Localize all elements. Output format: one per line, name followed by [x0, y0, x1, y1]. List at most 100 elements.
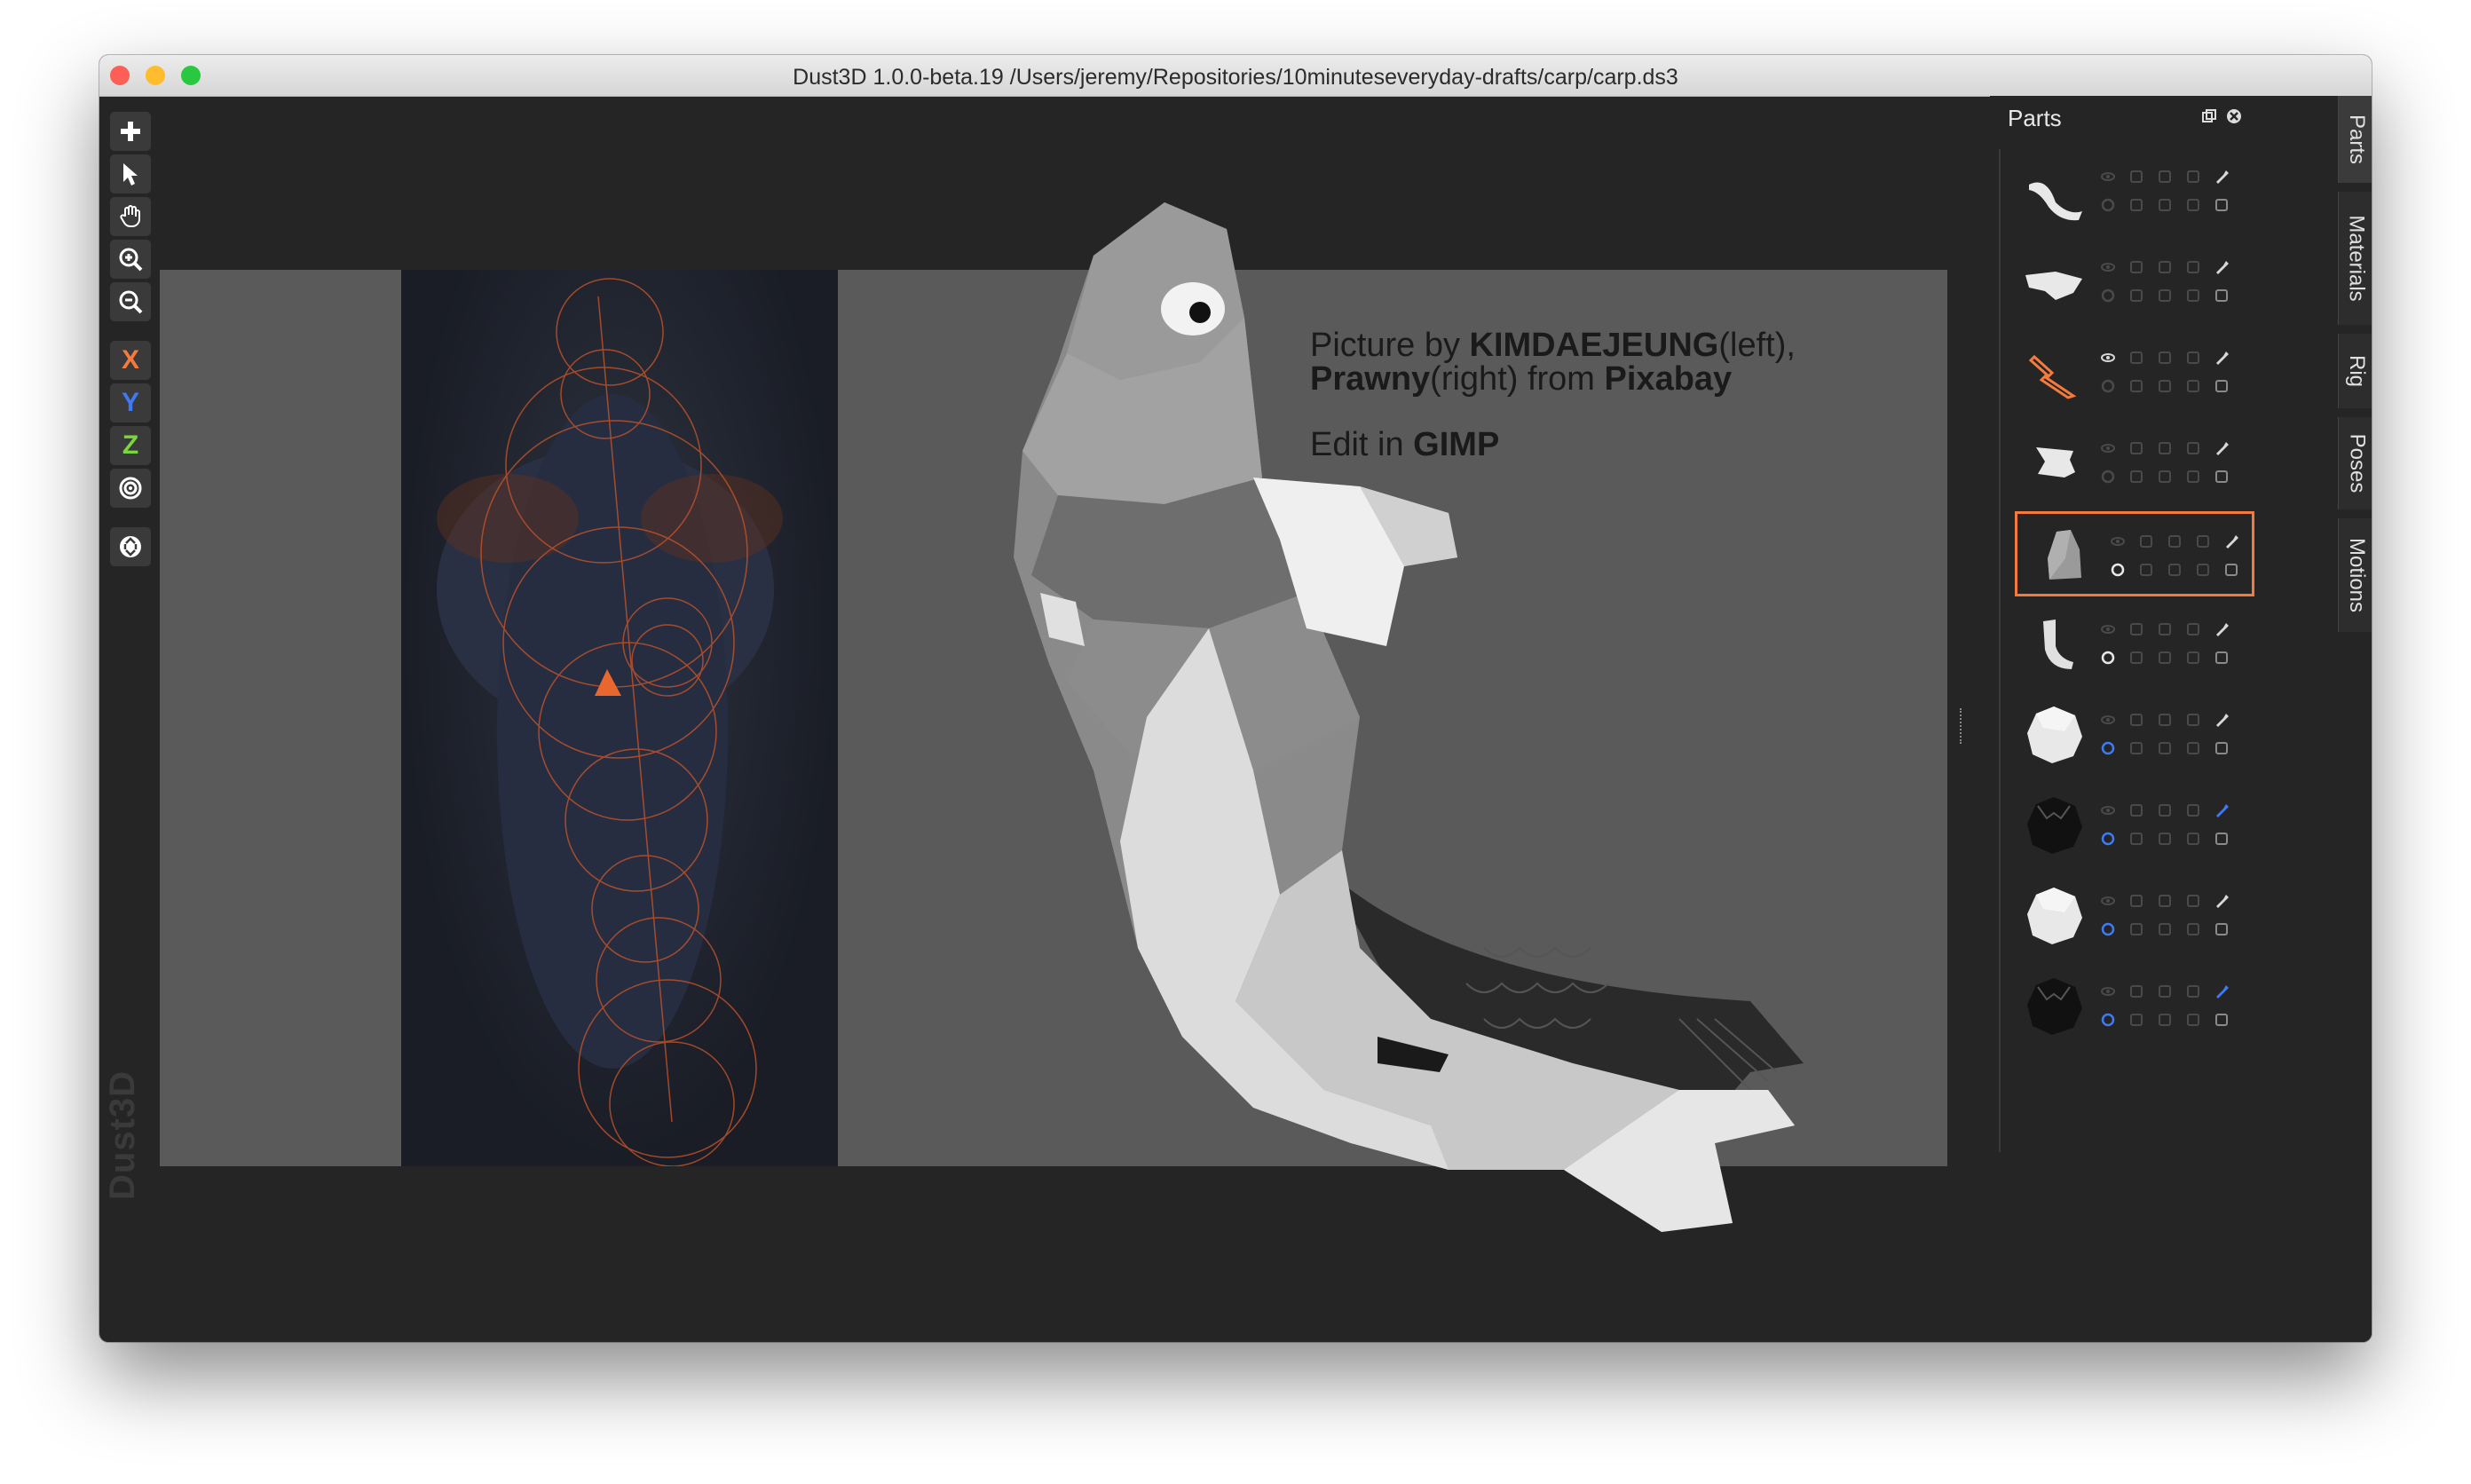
pan-tool-button[interactable]	[110, 197, 151, 236]
color-picker-icon[interactable]	[2214, 712, 2230, 728]
link-icon[interactable]	[2157, 621, 2173, 637]
balance-icon[interactable]	[2185, 621, 2201, 637]
disable-icon[interactable]	[2100, 650, 2116, 666]
y-axis-lock-button[interactable]: Y	[110, 383, 151, 422]
disable-icon[interactable]	[2100, 921, 2116, 937]
visibility-eye-icon[interactable]	[2100, 802, 2116, 818]
balance-icon[interactable]	[2185, 440, 2201, 456]
radial-icon[interactable]	[2185, 921, 2201, 937]
zoom-in-button[interactable]	[110, 240, 151, 279]
visibility-eye-icon[interactable]	[2100, 893, 2116, 909]
disable-icon[interactable]	[2100, 469, 2116, 485]
color-picker-icon[interactable]	[2214, 259, 2230, 275]
part-item[interactable]	[2008, 421, 2246, 506]
magnet-icon[interactable]	[2128, 469, 2144, 485]
balance-icon[interactable]	[2185, 893, 2201, 909]
visibility-eye-icon[interactable]	[2100, 621, 2116, 637]
z-axis-lock-button[interactable]: Z	[110, 426, 151, 465]
wrap-icon[interactable]	[2214, 469, 2230, 485]
cut-icon[interactable]	[2157, 1012, 2173, 1028]
disable-icon[interactable]	[2100, 831, 2116, 847]
link-icon[interactable]	[2157, 893, 2173, 909]
disable-icon[interactable]	[2100, 378, 2116, 394]
lock-icon[interactable]	[2128, 350, 2144, 366]
balance-icon[interactable]	[2185, 259, 2201, 275]
cut-icon[interactable]	[2157, 650, 2173, 666]
part-item[interactable]	[2008, 873, 2246, 959]
radial-icon[interactable]	[2185, 288, 2201, 304]
wrap-icon[interactable]	[2214, 1012, 2230, 1028]
part-item[interactable]	[2008, 783, 2246, 868]
color-picker-icon[interactable]	[2223, 533, 2239, 549]
lock-icon[interactable]	[2128, 893, 2144, 909]
part-item[interactable]	[2008, 240, 2246, 325]
panel-splitter-handle[interactable]	[1960, 708, 1965, 744]
regenerate-button[interactable]	[110, 527, 151, 566]
magnet-icon[interactable]	[2138, 562, 2154, 578]
add-tool-button[interactable]	[110, 112, 151, 151]
lock-icon[interactable]	[2128, 983, 2144, 999]
visibility-eye-icon[interactable]	[2100, 712, 2116, 728]
link-icon[interactable]	[2167, 533, 2183, 549]
part-item[interactable]	[2008, 692, 2246, 778]
disable-icon[interactable]	[2100, 288, 2116, 304]
wrap-icon[interactable]	[2214, 921, 2230, 937]
magnet-icon[interactable]	[2128, 1012, 2144, 1028]
panel-float-button[interactable]	[2199, 107, 2219, 126]
lock-icon[interactable]	[2128, 712, 2144, 728]
visibility-eye-icon[interactable]	[2100, 259, 2116, 275]
radial-icon[interactable]	[2185, 378, 2201, 394]
cut-icon[interactable]	[2157, 831, 2173, 847]
magnet-icon[interactable]	[2128, 740, 2144, 756]
balance-icon[interactable]	[2185, 802, 2201, 818]
link-icon[interactable]	[2157, 259, 2173, 275]
balance-icon[interactable]	[2185, 712, 2201, 728]
wrap-icon[interactable]	[2214, 831, 2230, 847]
part-item[interactable]	[2008, 602, 2246, 687]
lock-icon[interactable]	[2128, 802, 2144, 818]
lock-icon[interactable]	[2128, 259, 2144, 275]
color-picker-icon[interactable]	[2214, 350, 2230, 366]
tab-poses[interactable]: Poses	[2338, 417, 2372, 509]
wrap-icon[interactable]	[2223, 562, 2239, 578]
color-picker-icon[interactable]	[2214, 621, 2230, 637]
tab-parts[interactable]: Parts	[2338, 96, 2372, 183]
color-picker-icon[interactable]	[2214, 802, 2230, 818]
cut-icon[interactable]	[2157, 921, 2173, 937]
radial-icon[interactable]	[2195, 562, 2211, 578]
tab-rig[interactable]: Rig	[2338, 334, 2372, 408]
cut-icon[interactable]	[2157, 469, 2173, 485]
carp-3d-model[interactable]	[99, 96, 1990, 1342]
visibility-eye-icon[interactable]	[2100, 983, 2116, 999]
magnet-icon[interactable]	[2128, 650, 2144, 666]
cut-icon[interactable]	[2157, 197, 2173, 213]
visibility-eye-icon[interactable]	[2100, 350, 2116, 366]
magnet-icon[interactable]	[2128, 921, 2144, 937]
magnet-icon[interactable]	[2128, 831, 2144, 847]
visibility-eye-icon[interactable]	[2100, 169, 2116, 185]
radial-icon[interactable]	[2185, 1012, 2201, 1028]
link-icon[interactable]	[2157, 350, 2173, 366]
link-icon[interactable]	[2157, 440, 2173, 456]
balance-icon[interactable]	[2195, 533, 2211, 549]
link-icon[interactable]	[2157, 712, 2173, 728]
wrap-icon[interactable]	[2214, 288, 2230, 304]
model-viewport[interactable]: Picture by KIMDAEJEUNG(left), Prawny(rig…	[99, 96, 1990, 1342]
radial-lock-button[interactable]	[110, 469, 151, 508]
select-tool-button[interactable]	[110, 154, 151, 193]
color-picker-icon[interactable]	[2214, 440, 2230, 456]
radial-icon[interactable]	[2185, 469, 2201, 485]
radial-icon[interactable]	[2185, 740, 2201, 756]
link-icon[interactable]	[2157, 983, 2173, 999]
magnet-icon[interactable]	[2128, 288, 2144, 304]
disable-icon[interactable]	[2110, 562, 2126, 578]
link-icon[interactable]	[2157, 169, 2173, 185]
visibility-eye-icon[interactable]	[2100, 440, 2116, 456]
visibility-eye-icon[interactable]	[2110, 533, 2126, 549]
balance-icon[interactable]	[2185, 169, 2201, 185]
disable-icon[interactable]	[2100, 1012, 2116, 1028]
cut-icon[interactable]	[2157, 740, 2173, 756]
tab-motions[interactable]: Motions	[2338, 518, 2372, 632]
wrap-icon[interactable]	[2214, 740, 2230, 756]
magnet-icon[interactable]	[2128, 378, 2144, 394]
